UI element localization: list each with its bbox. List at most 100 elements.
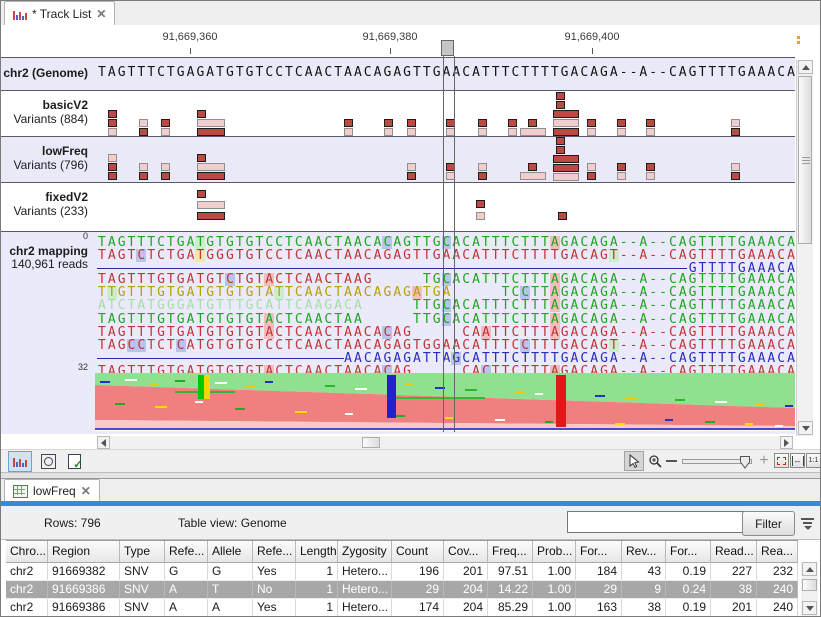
table-vscrollbar[interactable] bbox=[801, 562, 818, 617]
scroll-up-icon[interactable] bbox=[802, 562, 817, 576]
variant-marker[interactable] bbox=[197, 190, 206, 198]
trackview-mode-button[interactable] bbox=[8, 451, 32, 472]
zoom-to-selection-button[interactable] bbox=[774, 453, 789, 468]
variant-marker[interactable] bbox=[556, 137, 565, 145]
variant-marker[interactable] bbox=[478, 119, 487, 127]
variant-marker[interactable] bbox=[161, 163, 170, 171]
variant-marker[interactable] bbox=[108, 154, 117, 162]
variant-marker[interactable] bbox=[553, 164, 579, 172]
column-header[interactable]: Type bbox=[120, 541, 165, 563]
variant-marker[interactable] bbox=[478, 128, 487, 136]
variant-marker[interactable] bbox=[384, 128, 393, 136]
variant-marker[interactable] bbox=[161, 119, 170, 127]
scroll-left-icon[interactable] bbox=[97, 436, 110, 449]
variant-marker[interactable] bbox=[108, 119, 117, 127]
variant-marker[interactable] bbox=[556, 92, 565, 100]
variant-marker[interactable] bbox=[384, 119, 393, 127]
scroll-down-icon[interactable] bbox=[798, 421, 813, 435]
variant-marker[interactable] bbox=[139, 128, 148, 136]
scroll-right-icon[interactable] bbox=[780, 436, 793, 449]
fit-width-button[interactable]: ↔ bbox=[790, 453, 805, 468]
variant-marker[interactable] bbox=[407, 119, 416, 127]
column-header[interactable]: Refe... bbox=[165, 541, 208, 563]
filter-input[interactable] bbox=[567, 511, 745, 533]
variant-marker[interactable] bbox=[197, 128, 225, 136]
variant-marker[interactable] bbox=[478, 172, 487, 180]
column-header[interactable]: Chro... bbox=[6, 541, 48, 563]
variant-marker[interactable] bbox=[646, 163, 655, 171]
variant-marker[interactable] bbox=[617, 119, 626, 127]
variant-marker[interactable] bbox=[558, 212, 567, 220]
variant-marker[interactable] bbox=[553, 110, 579, 118]
table-row[interactable]: chr291669386SNVAAYes1Hetero...17420485.2… bbox=[6, 599, 798, 617]
variant-marker[interactable] bbox=[556, 146, 565, 154]
variant-marker[interactable] bbox=[197, 201, 225, 209]
close-icon[interactable]: ✕ bbox=[81, 484, 91, 498]
column-header[interactable]: Allele bbox=[208, 541, 253, 563]
zoom-slider[interactable] bbox=[682, 459, 752, 464]
variant-marker[interactable] bbox=[646, 128, 655, 136]
variant-marker[interactable] bbox=[139, 119, 148, 127]
hscroll-thumb[interactable] bbox=[362, 437, 380, 448]
variant-marker[interactable] bbox=[161, 172, 170, 180]
coverage-variant-bar[interactable] bbox=[556, 375, 566, 427]
variant-marker[interactable] bbox=[553, 119, 579, 127]
one-to-one-button[interactable]: 1:1 bbox=[806, 453, 821, 468]
variant-marker[interactable] bbox=[528, 119, 537, 127]
report-mode-button[interactable]: ✓ bbox=[62, 451, 86, 472]
column-header[interactable]: For... bbox=[576, 541, 622, 563]
variant-marker[interactable] bbox=[139, 163, 148, 171]
variant-marker[interactable] bbox=[587, 163, 596, 171]
variant-marker[interactable] bbox=[731, 172, 740, 180]
zoom-tool-button[interactable] bbox=[645, 451, 665, 471]
variant-marker[interactable] bbox=[161, 128, 170, 136]
variant-marker[interactable] bbox=[407, 172, 416, 180]
column-header[interactable]: Cov... bbox=[444, 541, 488, 563]
scroll-down-icon[interactable] bbox=[802, 601, 817, 615]
variant-marker[interactable] bbox=[407, 163, 416, 171]
variant-marker[interactable] bbox=[476, 212, 485, 220]
variant-marker[interactable] bbox=[108, 172, 117, 180]
variant-marker[interactable] bbox=[108, 110, 117, 118]
variant-marker[interactable] bbox=[646, 119, 655, 127]
column-header[interactable]: Zygosity bbox=[338, 541, 392, 563]
variant-marker[interactable] bbox=[108, 163, 117, 171]
track-hscrollbar[interactable] bbox=[97, 436, 793, 449]
column-header[interactable]: Rev... bbox=[622, 541, 666, 563]
variant-marker[interactable] bbox=[108, 128, 117, 136]
tab-track-list[interactable]: * Track List ✕ bbox=[4, 1, 115, 26]
tab-lowfreq[interactable]: lowFreq ✕ bbox=[4, 479, 100, 502]
variant-marker[interactable] bbox=[508, 128, 517, 136]
variant-marker[interactable] bbox=[197, 163, 225, 171]
zoom-slider-thumb[interactable] bbox=[740, 456, 750, 469]
table-row[interactable]: chr291669386SNVATNo1Hetero...2920414.221… bbox=[6, 581, 798, 599]
variant-marker[interactable] bbox=[520, 172, 546, 180]
variant-marker[interactable] bbox=[617, 128, 626, 136]
variant-marker[interactable] bbox=[556, 101, 565, 109]
variant-marker[interactable] bbox=[508, 119, 517, 127]
coverage-variant-bar[interactable] bbox=[387, 375, 396, 418]
filter-button[interactable]: Filter bbox=[742, 511, 795, 536]
column-header[interactable]: Rea... bbox=[757, 541, 798, 563]
coverage-variant-bar[interactable] bbox=[204, 375, 210, 399]
variant-marker[interactable] bbox=[344, 119, 353, 127]
variant-marker[interactable] bbox=[731, 163, 740, 171]
variant-marker[interactable] bbox=[197, 110, 206, 118]
column-header[interactable]: Region bbox=[48, 541, 120, 563]
variant-marker[interactable] bbox=[197, 154, 206, 162]
vscroll-thumb[interactable] bbox=[798, 76, 812, 244]
selection-handle[interactable] bbox=[441, 40, 454, 56]
variant-marker[interactable] bbox=[587, 119, 596, 127]
column-header[interactable]: Refe... bbox=[253, 541, 296, 563]
column-header[interactable]: Length bbox=[296, 541, 338, 563]
variant-marker[interactable] bbox=[553, 128, 579, 136]
column-header[interactable]: Freq... bbox=[488, 541, 533, 563]
variant-marker[interactable] bbox=[197, 172, 225, 180]
variant-marker[interactable] bbox=[553, 155, 579, 163]
column-header[interactable]: Read... bbox=[711, 541, 757, 563]
zoom-in-icon[interactable]: + bbox=[757, 452, 771, 470]
variant-marker[interactable] bbox=[139, 172, 148, 180]
overview-mode-button[interactable] bbox=[36, 451, 60, 472]
variant-marker[interactable] bbox=[197, 119, 225, 127]
variant-marker[interactable] bbox=[528, 163, 537, 171]
